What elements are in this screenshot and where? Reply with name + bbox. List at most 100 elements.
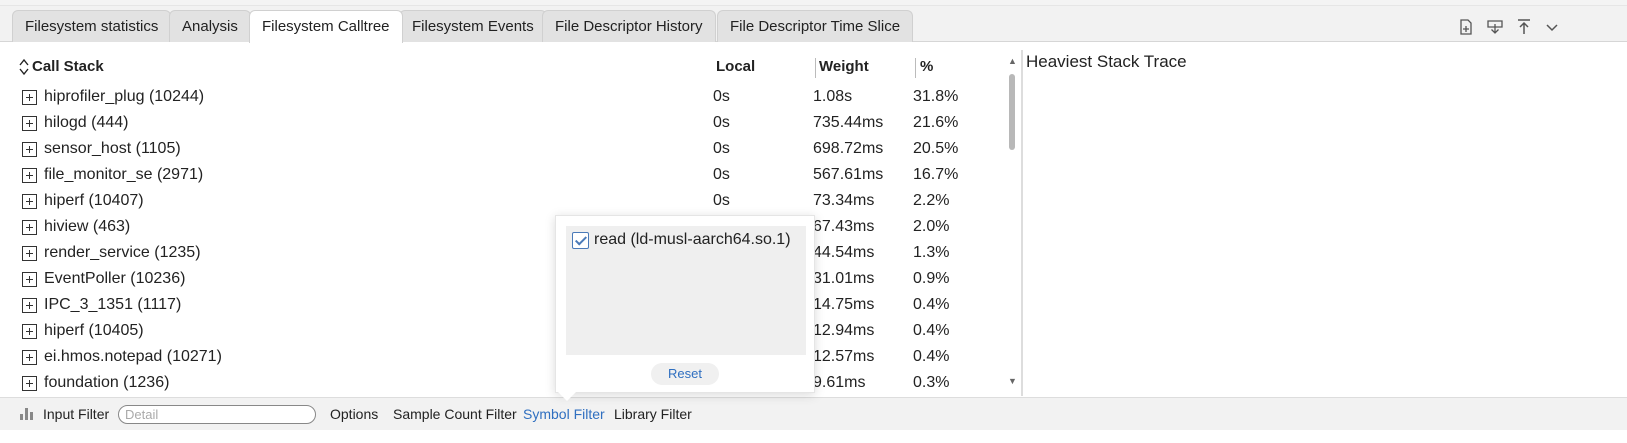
expand-icon[interactable] (22, 142, 37, 157)
scroll-up-icon[interactable]: ▲ (1008, 56, 1017, 66)
column-header-percent[interactable]: % (920, 50, 933, 84)
symbol-item-label[interactable]: read (ld-musl-aarch64.so.1) (594, 231, 791, 249)
library-filter-button[interactable]: Library Filter (614, 398, 692, 431)
popup-pointer (558, 392, 576, 401)
local-cell: 0s (713, 192, 730, 209)
percent-cell: 1.3% (913, 244, 950, 261)
input-filter-label: Input Filter (43, 406, 110, 422)
expand-icon[interactable] (22, 298, 37, 313)
callstack-cell: hiperf (10407) (44, 192, 144, 209)
callstack-cell: ei.hmos.notepad (10271) (44, 348, 222, 365)
scroll-down-icon[interactable]: ▼ (1008, 376, 1017, 386)
weight-cell: 9.61ms (813, 374, 866, 391)
reset-button[interactable]: Reset (651, 363, 719, 385)
options-button[interactable]: Options (330, 398, 378, 431)
percent-cell: 0.4% (913, 296, 950, 313)
weight-cell: 67.43ms (813, 218, 875, 235)
expand-icon[interactable] (22, 220, 37, 235)
column-header-callstack[interactable]: Call Stack (32, 50, 104, 84)
heaviest-stack-trace-title: Heaviest Stack Trace (1026, 52, 1187, 71)
callstack-cell: EventPoller (10236) (44, 270, 186, 287)
percent-cell: 0.4% (913, 322, 950, 339)
weight-cell: 567.61ms (813, 166, 884, 183)
column-separator[interactable] (815, 58, 816, 78)
expand-icon[interactable] (22, 376, 37, 391)
percent-cell: 20.5% (913, 140, 959, 157)
file-export-icon[interactable] (1455, 18, 1477, 40)
table-row[interactable]: ei.hmos.notepad (10271)0s12.57ms0.4% (10, 344, 1010, 370)
table-row[interactable]: hiprofiler_plug (10244) 0s 1.08s 31.8% (10, 84, 1010, 110)
sample-count-filter-button[interactable]: Sample Count Filter (393, 398, 517, 431)
callstack-cell: hiperf (10405) (44, 322, 144, 339)
tab-analysis[interactable]: Analysis (169, 10, 251, 42)
table-row[interactable]: IPC_3_1351 (1117)0s14.75ms0.4% (10, 292, 1010, 318)
expand-icon[interactable] (22, 194, 37, 209)
table-row[interactable]: sensor_host (1105) 0s 698.72ms 20.5% (10, 136, 1010, 162)
upload-icon[interactable] (1513, 18, 1535, 40)
expand-icon[interactable] (22, 350, 37, 365)
column-separator[interactable] (915, 58, 916, 78)
vertical-scrollbar[interactable]: ▲ ▼ (1005, 52, 1019, 392)
column-header-local[interactable]: Local (716, 50, 755, 84)
local-cell: 0s (713, 166, 730, 183)
weight-cell: 73.34ms (813, 192, 875, 209)
weight-cell: 44.54ms (813, 244, 875, 261)
local-cell: 0s (713, 114, 730, 131)
symbol-checkbox[interactable] (572, 232, 589, 249)
symbol-filter-button[interactable]: Symbol Filter (523, 398, 605, 431)
tab-filesystem-calltree[interactable]: Filesystem Calltree (249, 10, 403, 43)
expand-icon[interactable] (22, 90, 37, 105)
bottom-filter-bar: Input Filter Options Sample Count Filter… (0, 397, 1627, 430)
tab-file-descriptor-time-slice[interactable]: File Descriptor Time Slice (717, 10, 914, 42)
callstack-cell: hiview (463) (44, 218, 131, 235)
expand-icon[interactable] (22, 116, 37, 131)
callstack-cell: foundation (1236) (44, 374, 170, 391)
expand-icon[interactable] (22, 168, 37, 183)
percent-cell: 2.2% (913, 192, 950, 209)
percent-cell: 21.6% (913, 114, 959, 131)
table-row[interactable]: hiperf (10405)0s12.94ms0.4% (10, 318, 1010, 344)
tab-filesystem-statistics[interactable]: Filesystem statistics (12, 10, 172, 42)
percent-cell: 2.0% (913, 218, 950, 235)
percent-cell: 0.9% (913, 270, 950, 287)
tab-bar: Filesystem statistics Analysis Filesyste… (0, 6, 1627, 43)
local-cell: 0s (713, 88, 730, 105)
download-icon[interactable] (1484, 18, 1506, 40)
tab-file-descriptor-history[interactable]: File Descriptor History (542, 10, 716, 42)
weight-cell: 12.57ms (813, 348, 875, 365)
symbol-list: read (ld-musl-aarch64.so.1) (566, 226, 806, 355)
expand-icon[interactable] (22, 272, 37, 287)
weight-cell: 14.75ms (813, 296, 875, 313)
callstack-cell: IPC_3_1351 (1117) (44, 296, 182, 313)
scrollbar-thumb[interactable] (1009, 74, 1015, 150)
percent-cell: 0.3% (913, 374, 950, 391)
table-row[interactable]: hiperf (10407) 0s 73.34ms 2.2% (10, 188, 1010, 214)
percent-cell: 31.8% (913, 88, 959, 105)
table-row[interactable]: hiview (463)0s67.43ms2.0% (10, 214, 1010, 240)
table-row[interactable]: EventPoller (10236)0s31.01ms0.9% (10, 266, 1010, 292)
expand-icon[interactable] (22, 246, 37, 261)
callstack-cell: hiprofiler_plug (10244) (44, 88, 205, 105)
callstack-cell: hilogd (444) (44, 114, 129, 131)
chevron-down-icon[interactable] (1541, 18, 1563, 40)
weight-cell: 1.08s (813, 88, 853, 105)
panel-divider[interactable] (1021, 50, 1023, 396)
weight-cell: 12.94ms (813, 322, 875, 339)
callstack-cell: sensor_host (1105) (44, 140, 181, 157)
table-row[interactable]: render_service (1235)0s44.54ms1.3% (10, 240, 1010, 266)
weight-cell: 735.44ms (813, 114, 884, 131)
percent-cell: 0.4% (913, 348, 950, 365)
table-row[interactable]: hilogd (444) 0s 735.44ms 21.6% (10, 110, 1010, 136)
percent-cell: 16.7% (913, 166, 959, 183)
calltree-table: Call Stack Local Weight % hiprofiler_plu… (10, 50, 1010, 406)
detail-input[interactable] (118, 405, 316, 424)
weight-cell: 698.72ms (813, 140, 884, 157)
callstack-cell: file_monitor_se (2971) (44, 166, 204, 183)
table-row[interactable]: foundation (1236)0s9.61ms0.3% (10, 370, 1010, 396)
expand-icon[interactable] (22, 324, 37, 339)
local-cell: 0s (713, 140, 730, 157)
bar-chart-icon[interactable] (20, 408, 34, 420)
column-header-weight[interactable]: Weight (819, 50, 869, 84)
tab-filesystem-events[interactable]: Filesystem Events (399, 10, 547, 42)
table-row[interactable]: file_monitor_se (2971) 0s 567.61ms 16.7% (10, 162, 1010, 188)
